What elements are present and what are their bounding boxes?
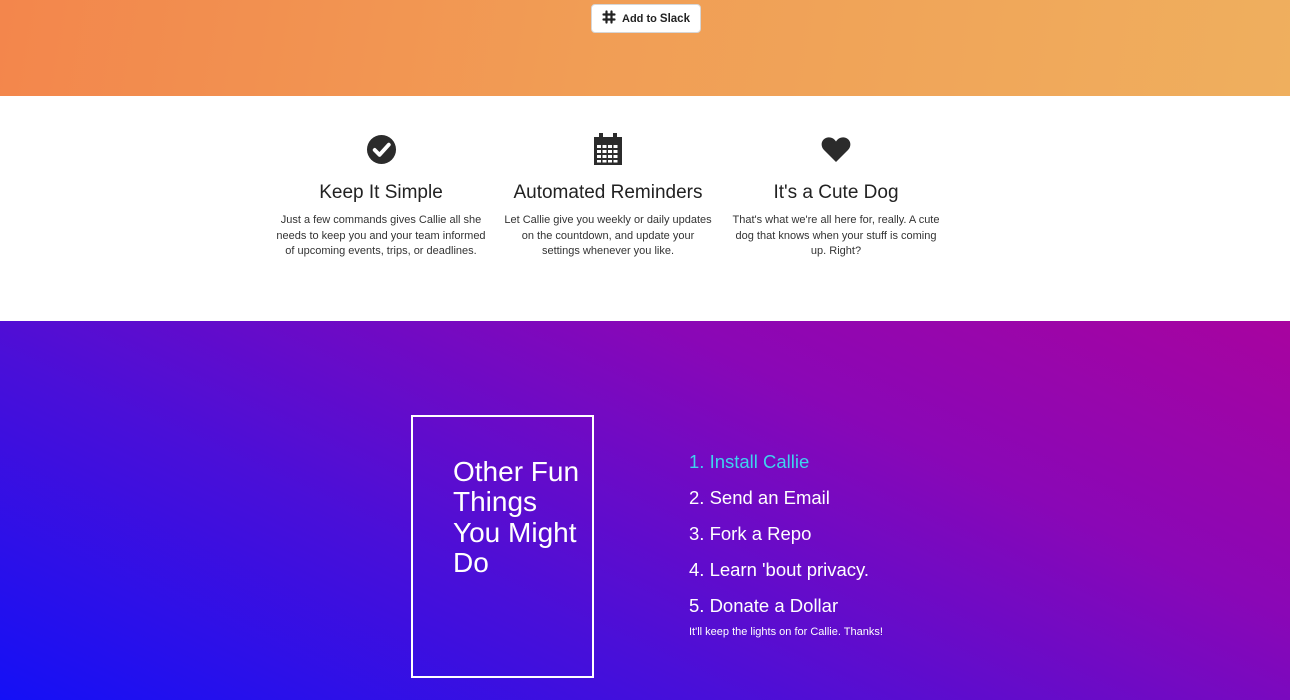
feature-text: That's what we're all here for, really. … [732, 214, 940, 257]
fun-things-title: Other Fun Things You Might Do [453, 456, 580, 579]
list-item-privacy: 4. Learn 'bout privacy. [689, 560, 869, 596]
privacy-link[interactable]: 4. Learn 'bout privacy. [689, 559, 869, 580]
add-to-label: Add to [622, 12, 657, 25]
send-email-link[interactable]: 2. Send an Email [689, 487, 830, 508]
list-item-fork-repo: 3. Fork a Repo [689, 524, 869, 560]
calendar-icon [591, 132, 625, 166]
slack-brand-label: Slack [659, 12, 690, 25]
fun-things-section: Other Fun Things You Might Do 1. Install… [0, 321, 1290, 700]
donate-link[interactable]: 5. Donate a Dollar [689, 595, 838, 616]
features-section: Keep It Simple Just a few commands gives… [0, 96, 1290, 321]
add-to-slack-button[interactable]: Add to Slack [591, 4, 701, 33]
fun-things-list: 1. Install Callie 2. Send an Email 3. Fo… [689, 452, 869, 632]
fork-repo-link[interactable]: 3. Fork a Repo [689, 523, 811, 544]
feature-title: Automated Reminders [513, 182, 703, 203]
install-callie-link[interactable]: 1. Install Callie [689, 451, 809, 472]
hero-banner: Add to Slack [0, 0, 1290, 96]
list-item-install-callie: 1. Install Callie [689, 452, 869, 488]
feature-text: Just a few commands gives Callie all she… [276, 214, 486, 257]
heart-icon [819, 132, 853, 166]
slack-icon [602, 10, 616, 27]
feature-title: Keep It Simple [319, 182, 443, 203]
feature-title: It's a Cute Dog [773, 182, 899, 203]
feature-text: Let Callie give you weekly or daily upda… [504, 214, 712, 257]
add-to-slack-label: Add to Slack [622, 13, 690, 25]
check-circle-icon [364, 132, 398, 166]
list-item-send-email: 2. Send an Email [689, 488, 869, 524]
donate-note: It'll keep the lights on for Callie. Tha… [689, 626, 883, 638]
fun-things-title-box: Other Fun Things You Might Do [411, 415, 594, 678]
